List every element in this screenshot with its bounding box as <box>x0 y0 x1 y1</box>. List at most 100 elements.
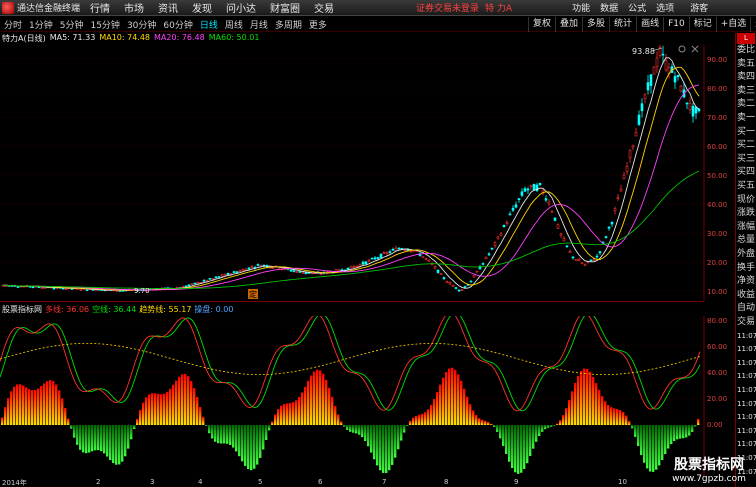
histogram-bar-down <box>343 425 346 427</box>
histogram-bar-up <box>142 402 145 425</box>
date-label-may: 5 <box>258 478 263 486</box>
period-1min[interactable]: 1分钟 <box>29 18 53 31</box>
menu-news[interactable]: 资讯 <box>158 0 178 15</box>
candle-body <box>184 285 188 288</box>
candle-body <box>469 280 473 283</box>
candle-body <box>595 255 599 258</box>
price-chart[interactable]: 90.00 80.00 70.00 60.00 50.00 40.00 30.00 20.00… <box>0 45 735 301</box>
settings-icon[interactable] <box>678 45 686 53</box>
menu-function[interactable]: 功能 <box>572 1 590 14</box>
histogram-bar-up <box>193 388 196 425</box>
candle-body <box>439 273 443 275</box>
quote-field-label: 买二 <box>737 140 756 151</box>
stock-name: 特 力A <box>485 4 513 14</box>
candle-body <box>352 266 356 268</box>
ma5-label: MA5: 71.33 <box>49 33 96 42</box>
period-60min[interactable]: 60分钟 <box>163 18 192 31</box>
candle-body <box>205 279 209 282</box>
quote-field-label: 11:07 <box>737 386 756 394</box>
period-multi[interactable]: 多周期 <box>275 18 302 31</box>
histogram-bar-down <box>76 425 79 445</box>
histogram-bar-up <box>202 416 205 425</box>
add-watchlist-button[interactable]: +自选 <box>715 17 751 32</box>
date-label-sep: 9 <box>514 478 519 486</box>
candle-body <box>580 262 584 265</box>
f10-button[interactable]: F10 <box>663 17 689 32</box>
candle-body <box>241 269 245 271</box>
histogram-bar-down <box>547 425 550 428</box>
candle-body <box>643 94 647 99</box>
histogram-bar-up <box>307 380 310 425</box>
histogram-bar-down <box>499 425 502 439</box>
menu-data[interactable]: 数据 <box>600 1 618 14</box>
period-intraday[interactable]: 分时 <box>4 18 22 31</box>
overlay-button[interactable]: 叠加 <box>555 17 582 32</box>
quote-field-label: 涨幅 <box>737 221 756 232</box>
menu-board[interactable]: 市场 <box>124 0 144 15</box>
period-monthly[interactable]: 月线 <box>250 18 268 31</box>
quote-field-label: 卖四 <box>737 72 756 83</box>
back-button[interactable]: 返回 <box>750 17 756 32</box>
login-status[interactable]: 证券交易未登录 <box>416 1 479 14</box>
indicator-axis-label: 80.00 <box>707 317 727 325</box>
histogram-bar-up <box>25 387 28 425</box>
candle-body <box>505 222 509 224</box>
draw-line-button[interactable]: 画线 <box>636 17 663 32</box>
menu-formula[interactable]: 公式 <box>628 1 646 14</box>
histogram-bar-down <box>655 425 658 470</box>
candle-body <box>553 217 557 221</box>
menu-trade[interactable]: 交易 <box>314 0 334 15</box>
candle-body <box>448 282 452 285</box>
menu-wealth[interactable]: 财富圈 <box>270 0 300 15</box>
period-more[interactable]: 更多 <box>309 18 327 31</box>
period-5min[interactable]: 5分钟 <box>60 18 84 31</box>
candle-body <box>421 256 425 258</box>
histogram-bar-down <box>538 425 541 437</box>
quote-field-label: 11:07 <box>737 331 756 340</box>
indicator-chart[interactable]: 80.00 60.00 40.00 20.00 0.00 <box>0 316 735 476</box>
stats-button[interactable]: 统计 <box>609 17 636 32</box>
histogram-bar-up <box>151 393 154 425</box>
histogram-bar-up <box>196 397 199 425</box>
histogram-bar-down <box>238 425 241 457</box>
candle-body <box>481 263 485 265</box>
candle-body <box>256 264 260 266</box>
candle-body <box>496 236 500 239</box>
quote-field-label: 涨跌 <box>737 208 756 219</box>
candle-body <box>442 277 446 280</box>
period-30min[interactable]: 30分钟 <box>127 18 156 31</box>
histogram-bar-up <box>13 386 16 425</box>
candle-body <box>475 270 479 273</box>
histogram-bar-up <box>409 420 412 425</box>
histogram-bar-down <box>73 425 76 438</box>
candle-body <box>211 278 215 280</box>
candle-body <box>460 289 464 291</box>
histogram-bar-down <box>667 425 670 449</box>
menu-ask[interactable]: 问小达 <box>226 0 256 15</box>
quote-field-label: 现价 <box>737 194 756 205</box>
period-daily[interactable]: 日线 <box>200 18 218 31</box>
guest-user[interactable]: 游客 <box>690 1 708 14</box>
histogram-bar-up <box>154 393 157 425</box>
candle-body <box>514 204 518 208</box>
histogram-bar-up <box>460 380 463 425</box>
candle-body <box>391 248 395 251</box>
candle-body <box>31 286 35 289</box>
panel-toggle-button[interactable]: L <box>737 33 755 44</box>
mark-button[interactable]: 标记 <box>688 17 716 32</box>
menu-market[interactable]: 行情 <box>90 0 110 15</box>
histogram-bar-down <box>400 425 403 441</box>
histogram-bar-up <box>442 377 445 425</box>
histogram-bar-down <box>352 425 355 433</box>
menu-discover[interactable]: 发现 <box>192 0 212 15</box>
period-15min[interactable]: 15分钟 <box>90 18 119 31</box>
candle-body <box>379 253 383 258</box>
histogram-bar-up <box>571 391 574 425</box>
adjust-button[interactable]: 复权 <box>528 17 555 32</box>
multi-stock-button[interactable]: 多股 <box>582 17 609 32</box>
close-icon[interactable] <box>691 45 699 53</box>
price-axis-label: 40.00 <box>707 201 727 209</box>
period-weekly[interactable]: 周线 <box>225 18 243 31</box>
menu-options[interactable]: 选项 <box>656 1 674 14</box>
histogram-bar-up <box>337 414 340 425</box>
